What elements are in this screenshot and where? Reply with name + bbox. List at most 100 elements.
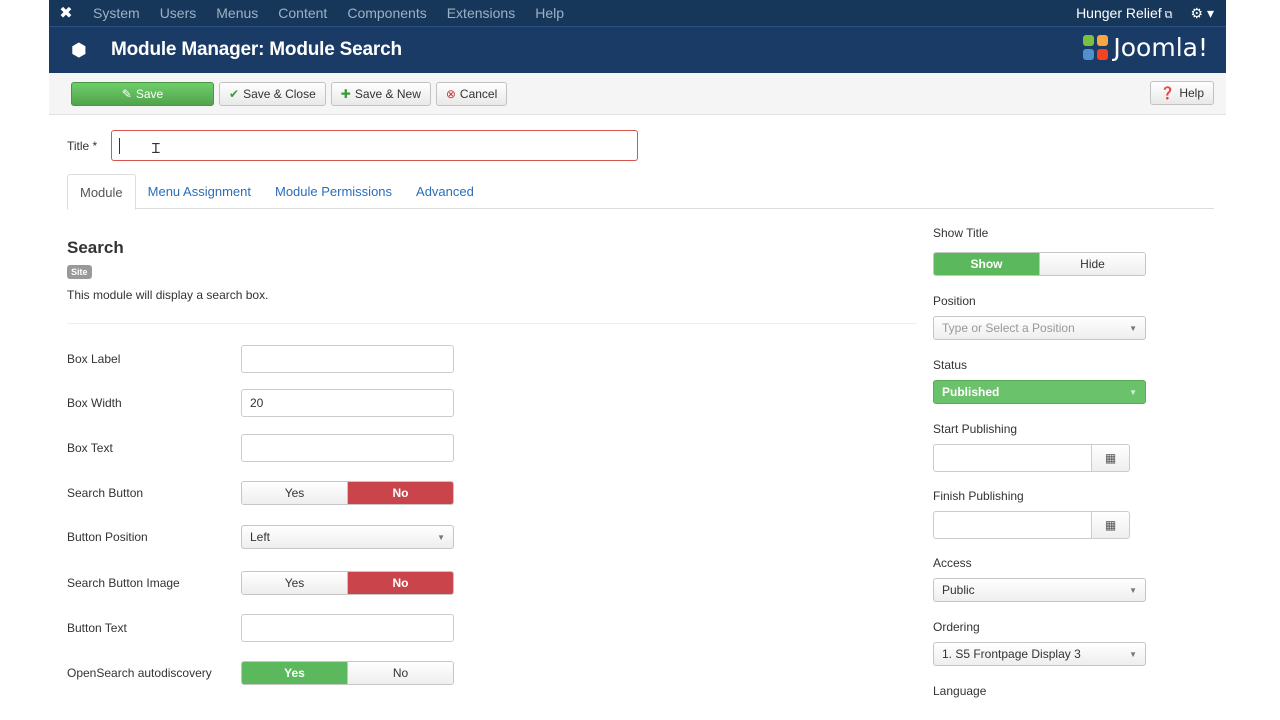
search-button-image-yes[interactable]: Yes	[242, 572, 347, 594]
admin-window: ✖ System Users Menus Content Components …	[49, 0, 1226, 720]
status-select[interactable]: Published ▼	[933, 380, 1146, 404]
title-input[interactable]: Ɪ	[111, 130, 638, 161]
help-label: Help	[1179, 86, 1204, 100]
start-publishing-label: Start Publishing	[933, 422, 1018, 436]
plus-icon: ✚	[340, 86, 351, 101]
site-name: Hunger Relief	[1076, 4, 1162, 21]
menu-components[interactable]: Components	[337, 5, 436, 21]
search-button-toggle: Yes No	[241, 481, 454, 505]
search-button-image-no[interactable]: No	[347, 572, 453, 594]
ordering-label: Ordering	[933, 620, 980, 634]
tab-module-permissions[interactable]: Module Permissions	[263, 174, 404, 209]
help-button[interactable]: ❓ Help	[1150, 81, 1214, 105]
joomla-wordmark: Joomla!	[1113, 33, 1208, 62]
position-select[interactable]: Type or Select a Position ▼	[933, 316, 1146, 340]
site-badge: Site	[67, 265, 92, 279]
check-icon: ✔	[229, 86, 240, 101]
show-title-hide[interactable]: Hide	[1039, 253, 1145, 275]
site-link[interactable]: Hunger Relief ⧉	[1076, 5, 1172, 22]
top-navbar: ✖ System Users Menus Content Components …	[49, 0, 1226, 26]
opensearch-label: OpenSearch autodiscovery	[67, 666, 212, 680]
save-new-button[interactable]: ✚ Save & New	[330, 81, 431, 106]
topnav-right: Hunger Relief ⧉ ⚙ ▾	[1076, 0, 1214, 26]
save-close-button[interactable]: ✔ Save & Close	[219, 81, 326, 106]
joomla-mark-icon	[1083, 34, 1109, 61]
dropdown-arrow-icon: ▼	[1129, 387, 1137, 397]
dropdown-arrow-icon: ▼	[437, 532, 445, 542]
tab-bar: Module Menu Assignment Module Permission…	[67, 174, 1214, 210]
joomla-logo-icon[interactable]: ✖	[49, 3, 83, 23]
box-width-row: Box Width 20	[67, 389, 467, 417]
ordering-select[interactable]: 1. S5 Frontpage Display 3 ▼	[933, 642, 1146, 666]
save-new-label: Save & New	[354, 86, 421, 101]
search-button-image-row: Search Button Image Yes No	[67, 569, 467, 597]
button-text-input[interactable]	[241, 614, 454, 642]
show-title-show[interactable]: Show	[934, 253, 1039, 275]
opensearch-yes[interactable]: Yes	[242, 662, 347, 684]
save-close-label: Save & Close	[243, 86, 316, 101]
search-button-image-label: Search Button Image	[67, 576, 180, 590]
finish-publishing-label: Finish Publishing	[933, 489, 1024, 503]
text-caret	[119, 138, 120, 154]
calendar-icon[interactable]: ▦	[1092, 511, 1130, 539]
menu-extensions[interactable]: Extensions	[437, 5, 525, 21]
opensearch-row: OpenSearch autodiscovery Yes No	[67, 659, 467, 687]
search-button-row: Search Button Yes No	[67, 479, 467, 507]
box-label-label: Box Label	[67, 352, 121, 366]
tab-advanced[interactable]: Advanced	[404, 174, 486, 209]
tab-menu-assignment[interactable]: Menu Assignment	[136, 174, 263, 209]
menu-users[interactable]: Users	[150, 5, 207, 21]
toolbar: ✎ Save ✔ Save & Close ✚ Save & New ⊗ Can…	[49, 73, 1226, 115]
menu-content[interactable]: Content	[268, 5, 337, 21]
joomla-brand: Joomla!	[1083, 33, 1208, 62]
divider	[67, 323, 917, 324]
module-description: This module will display a search box.	[67, 288, 269, 302]
status-label: Status	[933, 358, 968, 372]
finish-publishing-input[interactable]	[933, 511, 1092, 539]
title-label: Title *	[67, 138, 98, 153]
box-width-input[interactable]: 20	[241, 389, 454, 417]
access-label: Access	[933, 556, 972, 570]
dropdown-arrow-icon: ▼	[1129, 323, 1137, 333]
save-label: Save	[135, 86, 164, 101]
opensearch-toggle: Yes No	[241, 661, 454, 685]
box-width-label: Box Width	[67, 396, 122, 410]
language-label: Language	[933, 684, 987, 698]
search-button-image-toggle: Yes No	[241, 571, 454, 595]
start-publishing-input[interactable]	[933, 444, 1092, 472]
menu-help[interactable]: Help	[525, 5, 574, 21]
calendar-icon[interactable]: ▦	[1092, 444, 1130, 472]
dropdown-arrow-icon: ▼	[1129, 585, 1137, 595]
edit-icon: ✎	[121, 86, 132, 101]
opensearch-no[interactable]: No	[347, 662, 453, 684]
tab-module[interactable]: Module	[67, 174, 136, 210]
status-value: Published	[942, 385, 1000, 399]
external-link-icon: ⧉	[1164, 8, 1173, 21]
box-text-row: Box Text	[67, 434, 467, 462]
menu-menus[interactable]: Menus	[206, 5, 268, 21]
search-button-no[interactable]: No	[347, 482, 453, 504]
box-label-input[interactable]	[241, 345, 454, 373]
search-button-yes[interactable]: Yes	[242, 482, 347, 504]
show-title-label: Show Title	[933, 226, 989, 240]
module-info: Search Site This module will display a s…	[67, 238, 917, 324]
position-placeholder: Type or Select a Position	[942, 321, 1075, 335]
access-select[interactable]: Public ▼	[933, 578, 1146, 602]
save-button[interactable]: ✎ Save	[71, 81, 214, 106]
dropdown-arrow-icon: ▼	[1129, 649, 1137, 659]
settings-gear-icon[interactable]: ⚙ ▾	[1191, 5, 1214, 22]
button-position-row: Button Position Left ▼	[67, 523, 467, 551]
cancel-icon: ⊗	[445, 86, 456, 101]
button-position-label: Button Position	[67, 530, 148, 544]
finish-publishing-field: ▦	[933, 511, 1130, 539]
title-row: Title * Ɪ	[67, 130, 638, 161]
left-gutter	[0, 0, 49, 720]
show-title-toggle: Show Hide	[933, 252, 1146, 276]
button-position-select[interactable]: Left ▼	[241, 525, 454, 549]
box-text-input[interactable]	[241, 434, 454, 462]
button-text-label: Button Text	[67, 621, 127, 635]
menu-system[interactable]: System	[83, 5, 150, 21]
access-value: Public	[942, 583, 975, 597]
cancel-button[interactable]: ⊗ Cancel	[435, 81, 508, 106]
cancel-label: Cancel	[459, 86, 498, 101]
